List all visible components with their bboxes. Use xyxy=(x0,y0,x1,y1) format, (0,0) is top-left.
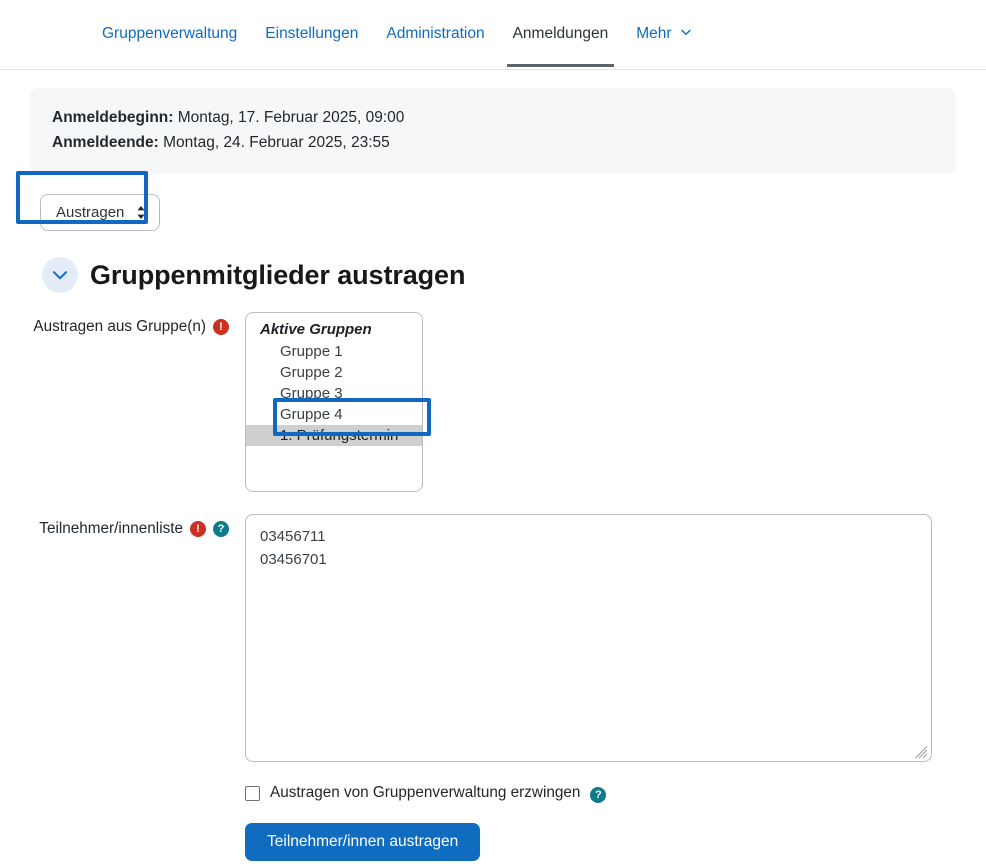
enrolment-start-row: Anmeldebeginn: Montag, 17. Februar 2025,… xyxy=(52,105,934,130)
group-select-label: Austragen aus Gruppe(n) xyxy=(33,318,206,336)
nav-divider xyxy=(0,69,986,70)
chevron-down-icon xyxy=(681,24,691,40)
listbox-option[interactable]: Gruppe 1 xyxy=(246,341,422,362)
nav-tab-label: Gruppenverwaltung xyxy=(102,25,238,43)
participants-label: Teilnehmer/innenliste xyxy=(39,520,183,538)
section-header: Gruppenmitglieder austragen xyxy=(42,257,956,294)
participants-field: 03456711 03456701 Austragen von Gruppenv… xyxy=(245,514,956,861)
nav-tab-label: Administration xyxy=(386,25,485,43)
required-icon: ! xyxy=(213,319,229,336)
help-icon[interactable]: ? xyxy=(213,521,229,538)
force-unenrol-row: Austragen von Gruppenverwaltung erzwinge… xyxy=(245,784,956,804)
group-listbox[interactable]: Aktive Gruppen Gruppe 1 Gruppe 2 Gruppe … xyxy=(245,312,423,493)
enrolment-end-value: Montag, 24. Februar 2025, 23:55 xyxy=(163,134,390,152)
group-select-row: Austragen aus Gruppe(n) ! Aktive Gruppen… xyxy=(30,312,956,493)
select-updown-icon xyxy=(136,205,146,220)
action-select-value: Austragen xyxy=(56,204,125,222)
nav-tab-anmeldungen[interactable]: Anmeldungen xyxy=(499,2,623,67)
primary-nav: Gruppenverwaltung Einstellungen Administ… xyxy=(0,0,986,69)
page-content: Anmeldebeginn: Montag, 17. Februar 2025,… xyxy=(0,88,986,861)
participants-label-wrapper: Teilnehmer/innenliste ! ? xyxy=(30,514,245,861)
participants-textarea-wrapper: 03456711 03456701 xyxy=(245,514,932,763)
nav-tab-label: Anmeldungen xyxy=(512,25,609,43)
force-unenrol-label: Austragen von Gruppenverwaltung erzwinge… xyxy=(270,784,581,802)
nav-tab-einstellungen[interactable]: Einstellungen xyxy=(251,2,372,67)
listbox-optgroup-label: Aktive Gruppen xyxy=(260,321,372,339)
collapse-toggle-chevron-down-icon[interactable] xyxy=(42,257,78,294)
listbox-option[interactable]: Gruppe 3 xyxy=(246,383,422,404)
submit-wrapper: Teilnehmer/innen austragen xyxy=(245,823,956,861)
nav-tab-administration[interactable]: Administration xyxy=(372,2,498,67)
submit-unenrol-button[interactable]: Teilnehmer/innen austragen xyxy=(245,823,481,861)
listbox-option[interactable]: Gruppe 2 xyxy=(246,362,422,383)
action-select-wrapper: Austragen xyxy=(40,194,956,232)
participants-row: Teilnehmer/innenliste ! ? 03456711 03456… xyxy=(30,514,956,861)
page-title: Gruppenmitglieder austragen xyxy=(90,259,466,290)
group-select-field: Aktive Gruppen Gruppe 1 Gruppe 2 Gruppe … xyxy=(245,312,956,493)
nav-tab-label: Einstellungen xyxy=(265,25,359,43)
nav-tab-mehr[interactable]: Mehr xyxy=(622,2,705,67)
force-unenrol-checkbox[interactable] xyxy=(245,785,260,801)
enrolment-start-value: Montag, 17. Februar 2025, 09:00 xyxy=(177,109,405,126)
enrolment-start-label: Anmeldebeginn: xyxy=(52,109,174,126)
enrolment-end-row: Anmeldeende: Montag, 24. Februar 2025, 2… xyxy=(52,130,934,155)
enrolment-end-label: Anmeldeende: xyxy=(52,134,159,152)
listbox-option-selected[interactable]: 1. Prüfungstermin xyxy=(246,425,422,447)
nav-tab-gruppenverwaltung[interactable]: Gruppenverwaltung xyxy=(88,2,251,67)
enrolment-dates-panel: Anmeldebeginn: Montag, 17. Februar 2025,… xyxy=(30,88,956,175)
nav-tab-label: Mehr xyxy=(636,25,672,43)
action-select[interactable]: Austragen xyxy=(40,194,161,232)
participants-textarea[interactable]: 03456711 03456701 xyxy=(245,514,932,763)
listbox-option[interactable]: Gruppe 4 xyxy=(246,404,422,425)
group-select-label-wrapper: Austragen aus Gruppe(n) ! xyxy=(30,312,245,492)
required-icon: ! xyxy=(190,521,206,538)
help-icon[interactable]: ? xyxy=(590,787,607,804)
